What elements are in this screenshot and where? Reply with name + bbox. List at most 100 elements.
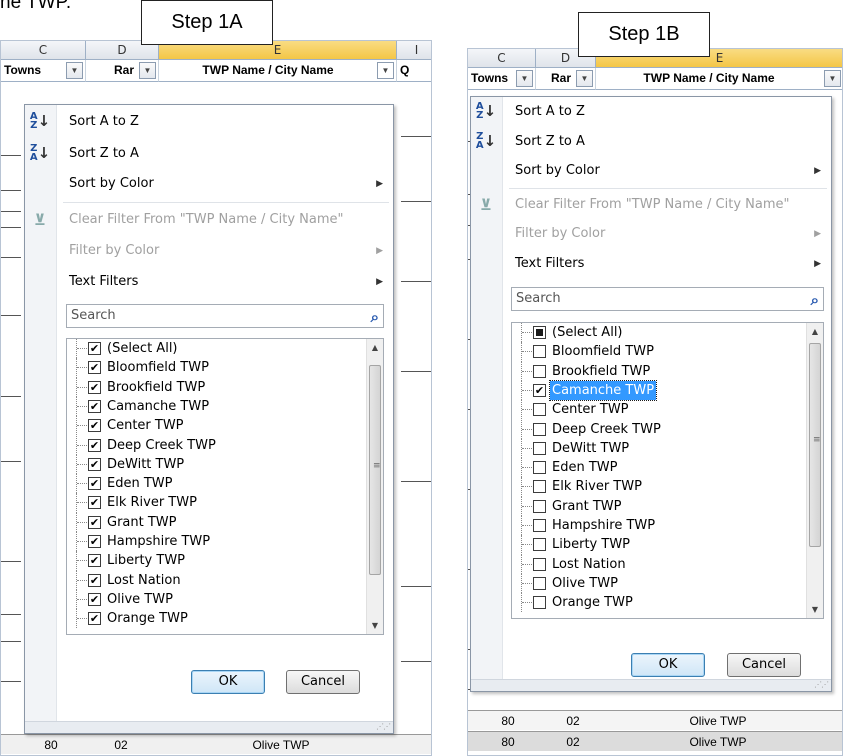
- search-input[interactable]: Search ⌕: [511, 287, 824, 311]
- submenu-arrow-icon: ▶: [376, 277, 383, 287]
- filter-by-color[interactable]: Filter by Color ▶: [25, 236, 393, 266]
- scroll-down-icon[interactable]: ▼: [367, 617, 383, 634]
- ok-button[interactable]: OK: [631, 653, 705, 677]
- ok-button[interactable]: OK: [191, 670, 265, 694]
- sort-z-to-a[interactable]: Z A↓ Sort Z to A: [25, 139, 393, 169]
- checkbox[interactable]: [533, 364, 546, 378]
- item-label: DeWitt TWP: [107, 456, 185, 472]
- checkbox[interactable]: [533, 422, 546, 436]
- menu-label: Sort A to Z: [69, 114, 139, 129]
- checkbox[interactable]: [533, 480, 546, 494]
- checkbox[interactable]: ✔: [88, 573, 101, 587]
- menu-label: Filter by Color: [69, 243, 160, 258]
- menu-label: Sort Z to A: [69, 146, 139, 161]
- item-label: Elk River TWP: [107, 495, 197, 511]
- table-cell: Olive TWP: [689, 714, 747, 728]
- checkbox[interactable]: ✔: [533, 383, 546, 397]
- filter-value-list[interactable]: (Select All) Bloomfield TWP Brookfield T…: [511, 322, 824, 619]
- checkbox[interactable]: ✔: [88, 399, 101, 413]
- checkbox[interactable]: ✔: [88, 592, 101, 606]
- item-label: Camanche TWP: [548, 379, 658, 401]
- checkbox[interactable]: [533, 576, 546, 590]
- clear-filter[interactable]: ⊻ Clear Filter From "TWP Name / City Nam…: [471, 190, 831, 220]
- item-label: Orange TWP: [552, 595, 633, 611]
- filter-dropdown-button[interactable]: ▼: [139, 62, 156, 79]
- table-cell: 80: [501, 714, 515, 728]
- table-row: 80 02 Olive TWP: [468, 731, 842, 751]
- checkbox[interactable]: [533, 441, 546, 455]
- checkbox[interactable]: ✔: [88, 554, 101, 568]
- cancel-button[interactable]: Cancel: [727, 653, 801, 677]
- checkbox[interactable]: ✔: [88, 496, 101, 510]
- checkbox[interactable]: [533, 557, 546, 571]
- scroll-up-icon[interactable]: ▲: [807, 323, 823, 340]
- clear-filter-icon: ⊻: [33, 211, 47, 229]
- sort-z-to-a[interactable]: Z A↓ Sort Z to A: [471, 127, 831, 157]
- list-scrollbar[interactable]: ▲ ≡ ▼: [366, 339, 383, 634]
- checkbox[interactable]: ✔: [88, 612, 101, 626]
- filter-by-color[interactable]: Filter by Color ▶: [471, 219, 831, 249]
- filter-dropdown-button[interactable]: ▼: [66, 62, 83, 79]
- clear-filter[interactable]: ⊻ Clear Filter From "TWP Name / City Nam…: [25, 205, 393, 235]
- checkbox[interactable]: ✔: [88, 457, 101, 471]
- table-cell: 02: [566, 735, 580, 749]
- scrollbar-thumb[interactable]: ≡: [809, 343, 821, 547]
- submenu-arrow-icon: ▶: [814, 166, 821, 176]
- item-label: Eden TWP: [107, 476, 173, 492]
- header-label: TWP Name / City Name: [202, 63, 334, 77]
- search-input[interactable]: Search ⌕: [66, 304, 384, 328]
- checkbox[interactable]: [533, 596, 546, 610]
- filter-dropdown-button[interactable]: ▼: [377, 62, 394, 79]
- checkbox[interactable]: ✔: [88, 535, 101, 548]
- sort-a-to-z[interactable]: A Z↓ Sort A to Z: [471, 97, 831, 127]
- item-label: DeWitt TWP: [552, 440, 630, 456]
- sort-by-color[interactable]: Sort by Color ▶: [471, 156, 831, 186]
- checkbox[interactable]: ✔: [88, 515, 101, 529]
- list-scrollbar[interactable]: ▲ ≡ ▼: [806, 323, 823, 618]
- scrollbar-thumb[interactable]: ≡: [369, 365, 381, 575]
- checkbox[interactable]: ✔: [88, 361, 101, 375]
- cancel-button[interactable]: Cancel: [286, 670, 360, 694]
- item-label: Hampshire TWP: [107, 534, 211, 549]
- menu-label: Clear Filter From "TWP Name / City Name": [515, 197, 790, 212]
- column-header-c[interactable]: C: [1, 41, 86, 60]
- autofilter-menu-step-1a: A Z↓ Sort A to Z Z A↓ Sort Z to A Sort by …: [24, 104, 394, 734]
- checkbox[interactable]: ✔: [88, 380, 101, 394]
- checkbox[interactable]: ✔: [88, 419, 101, 433]
- checkbox[interactable]: [533, 499, 546, 513]
- filter-dropdown-button[interactable]: ▼: [516, 70, 533, 87]
- item-label: Bloomfield TWP: [552, 344, 654, 360]
- item-label: Lost Nation: [107, 572, 181, 588]
- filter-header-range: Rar ▼: [86, 60, 159, 82]
- menu-label: Sort A to Z: [515, 104, 585, 119]
- checkbox[interactable]: [533, 345, 546, 359]
- checkbox[interactable]: ✔: [88, 342, 101, 355]
- checkbox[interactable]: ✔: [88, 477, 101, 491]
- resize-grip-icon[interactable]: ⋰⋰: [376, 722, 391, 731]
- text-filters[interactable]: Text Filters ▶: [471, 249, 831, 279]
- search-icon: ⌕: [370, 308, 379, 326]
- sort-a-to-z[interactable]: A Z↓ Sort A to Z: [25, 107, 393, 137]
- resize-grip-icon[interactable]: ⋰⋰: [814, 680, 829, 689]
- filter-header-q: Q: [397, 60, 431, 82]
- item-label: Olive TWP: [552, 575, 618, 591]
- checkbox[interactable]: [533, 538, 546, 552]
- sort-ascending-icon: A Z↓: [475, 101, 497, 121]
- checkbox[interactable]: [533, 519, 546, 532]
- column-header-c[interactable]: C: [468, 49, 536, 68]
- sort-by-color[interactable]: Sort by Color ▶: [25, 169, 393, 199]
- checkbox[interactable]: [533, 403, 546, 417]
- filter-dropdown-button[interactable]: ▼: [576, 70, 593, 87]
- text-filters[interactable]: Text Filters ▶: [25, 267, 393, 297]
- column-header-i[interactable]: I: [397, 41, 431, 60]
- table-cell: 80: [501, 735, 515, 749]
- filter-value-list[interactable]: ✔ (Select All) ✔ Bloomfield TWP ✔ Brookfiel…: [66, 338, 384, 635]
- checkbox[interactable]: [533, 461, 546, 475]
- checkbox[interactable]: [533, 326, 546, 339]
- menu-label: Sort Z to A: [515, 134, 585, 149]
- checkbox[interactable]: ✔: [88, 438, 101, 452]
- scroll-up-icon[interactable]: ▲: [367, 339, 383, 356]
- header-label: Rar: [550, 71, 571, 85]
- filter-dropdown-button[interactable]: ▼: [824, 70, 841, 87]
- scroll-down-icon[interactable]: ▼: [807, 601, 823, 618]
